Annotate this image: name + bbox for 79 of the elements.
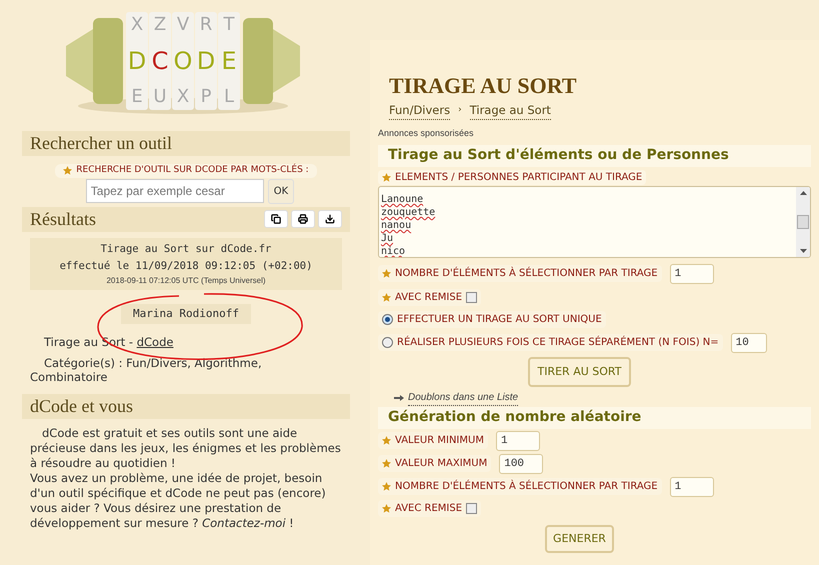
logo-letter: D [128, 48, 146, 74]
ok-button[interactable]: OK [268, 178, 294, 204]
list-line: Lanoune [381, 192, 424, 206]
logo-letter: U [153, 87, 167, 107]
utc-time: 2018-09-11 07:12:05 UTC (Temps Universel) [106, 274, 266, 286]
field-label: EFFECTUER UN TIRAGE AU SORT UNIQUE [397, 312, 602, 327]
categories-text: Catégorie(s) : Fun/Divers, Algorithme, Combinatoire [30, 356, 263, 384]
scrollbar-thumb[interactable] [797, 214, 809, 229]
number-field[interactable]: 1 [670, 476, 714, 497]
section-title: Génération de nombre aléatoire [388, 408, 642, 428]
logo-letter: T [224, 15, 234, 35]
field-label: ELEMENTS / PERSONNES PARTICIPANT AU TIRAGE [395, 170, 642, 185]
breadcrumb-link[interactable]: Fun/Divers [389, 102, 450, 120]
logo-letter: O [174, 48, 192, 74]
search-field[interactable]: Tapez par exemple cesar [86, 178, 264, 202]
number-field[interactable]: 100 [499, 454, 544, 474]
list-line: nico [381, 244, 406, 257]
print-icon[interactable] [291, 210, 315, 228]
source-link[interactable]: dCode [136, 335, 174, 349]
section-title: Tirage au Sort d'éléments ou de Personnes [388, 146, 729, 166]
logo-letter: X [130, 15, 144, 35]
logo-letter: E [221, 48, 237, 74]
search-label: RECHERCHE D'OUTIL SUR DCODE PAR MOTS-CLÉS : [76, 164, 309, 177]
breadcrumb-separator: › [458, 104, 462, 118]
scroll-down-icon[interactable] [800, 248, 806, 253]
draw-result: Marina Rodionoff [121, 304, 251, 324]
number-field[interactable]: 1 [670, 264, 714, 284]
see-also-link[interactable]: Doublons dans une Liste [408, 390, 518, 406]
generate-button[interactable]: GENERER [545, 524, 614, 553]
field-label: VALEUR MINIMUM [395, 434, 484, 448]
logo-letter: X [176, 87, 190, 107]
draw-button[interactable]: TIRER AU SORT [528, 356, 632, 387]
arrow-icon [394, 394, 404, 401]
logo-letter: C [152, 48, 168, 74]
field-label: RÉALISER PLUSIEURS FOIS CE TIRAGE SÉPARÉMENT (N FOIS) N= [397, 335, 719, 350]
copy-icon[interactable] [264, 210, 288, 228]
list-line: zouquette [381, 206, 436, 219]
radio-button[interactable] [382, 337, 393, 348]
checkbox[interactable] [466, 292, 478, 303]
ads-label: Annonces sponsorisées [378, 127, 475, 140]
field-label: AVEC REMISE [395, 290, 462, 305]
logo-letter: E [131, 87, 143, 107]
logo-letter: D [196, 48, 216, 74]
breadcrumb-link[interactable]: Tirage au Sort [470, 102, 551, 120]
result-header-line: effectué le 11/09/2018 09:12:05 (+02:00) [60, 258, 312, 274]
star-icon [63, 166, 72, 176]
star-icon [382, 269, 391, 278]
number-field[interactable]: 1 [496, 430, 540, 451]
section-title: Rechercher un outil [30, 132, 172, 155]
number-field[interactable]: 10 [730, 332, 767, 353]
logo-letter: R [200, 15, 212, 35]
section-title: Résultats [30, 208, 96, 230]
star-icon [382, 292, 391, 302]
star-icon [382, 172, 391, 182]
star-icon [382, 504, 391, 513]
logo-letter: P [200, 87, 212, 107]
logo-letter: Z [154, 15, 166, 35]
section-title: dCode et vous [30, 395, 133, 418]
logo-letter: L [224, 87, 234, 107]
star-icon [382, 436, 391, 446]
list-line: nanou [381, 218, 412, 232]
contact-link[interactable]: Contactez-moi [202, 516, 286, 530]
list-text-area[interactable]: Lanoune zouquette nanou Ju nico [378, 186, 811, 258]
field-label: AVEC REMISE [395, 502, 462, 516]
logo-letter: V [176, 15, 190, 35]
star-icon [382, 482, 391, 492]
scroll-up-icon[interactable] [800, 190, 806, 195]
field-label: VALEUR MAXIMUM [395, 457, 488, 472]
field-label: NOMBRE D'ÉLÉMENTS À SÉLECTIONNER PAR TIRAGE [395, 266, 658, 282]
star-icon [382, 459, 391, 468]
download-icon[interactable] [318, 210, 342, 228]
scrollbar[interactable] [796, 186, 810, 257]
checkbox[interactable] [466, 502, 478, 514]
page-title: TIRAGE AU SORT [389, 72, 578, 100]
list-line: Ju [381, 232, 394, 245]
result-header-line: Tirage au Sort sur dCode.fr [100, 242, 272, 256]
radio-button[interactable] [382, 314, 393, 325]
about-text: dCode est gratuit et ses outils sont une aide précieuse dans les jeux, les énigmes et les problèmes à résoudre au quotidien ! Vous avez un problème, une idée de projet, besoin d'un outil spécifique et dCode ne peut pas (encore) vous aider ? Vous désirez une prestation de développement sur mesure ? Contactez-moi ! [30, 426, 342, 532]
field-label: NOMBRE D'ÉLÉMENTS À SÉLECTIONNER PAR TIRAGE [395, 479, 658, 494]
